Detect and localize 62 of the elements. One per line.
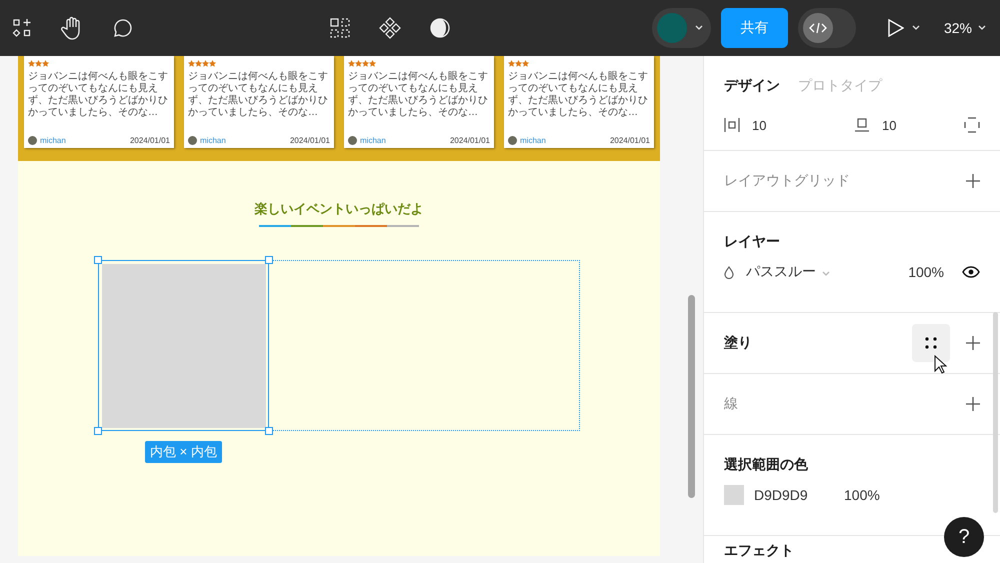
review-date: 2024/01/01 <box>610 136 650 145</box>
size-label: 内包 × 内包 <box>145 441 222 463</box>
opacity-value[interactable]: 100% <box>908 264 944 280</box>
dev-mode-toggle[interactable] <box>798 8 856 48</box>
author-name: michan <box>360 136 386 145</box>
color-hex[interactable]: D9D9D9 <box>754 487 844 503</box>
resize-handle[interactable] <box>265 256 273 264</box>
section-title: 塗り <box>724 334 752 352</box>
gap-value[interactable]: 10 <box>752 118 832 132</box>
shapes-icon[interactable] <box>12 18 32 38</box>
review-date: 2024/01/01 <box>290 136 330 145</box>
avatar <box>188 136 197 145</box>
eye-icon[interactable] <box>962 266 980 278</box>
chevron-icon <box>978 25 986 31</box>
color-opacity[interactable]: 100% <box>844 487 880 503</box>
review-date: 2024/01/01 <box>130 136 170 145</box>
section-title: 選択範囲の色 <box>724 456 808 474</box>
review-text: ジョバンニは何べんも眼をこすってのぞいてもなんにも見えず、ただ黒いびろうどばかりひかっていましたら、そのな… <box>28 71 169 119</box>
avatar <box>28 136 37 145</box>
resize-handle[interactable] <box>94 427 102 435</box>
section-title: レイアウトグリッド <box>724 172 850 190</box>
code-icon <box>808 21 827 35</box>
chevron-icon <box>694 25 703 31</box>
chevron-icon <box>912 25 920 31</box>
review-text: ジョバンニは何べんも眼をこすってのぞいてもなんにも見えず、ただ黒いびろうどばかりひかっていましたら、そのな… <box>188 71 329 119</box>
chevron-icon <box>822 271 830 277</box>
comment-icon[interactable] <box>111 17 133 39</box>
zoom-level[interactable]: 32% <box>944 20 972 36</box>
styles-button[interactable] <box>912 324 950 362</box>
review-text: ジョバンニは何べんも眼をこすってのぞいてもなんにも見えず、ただ黒いびろうどばかりひかっていましたら、そのな… <box>348 71 489 119</box>
section-title: エフェクト <box>724 542 794 560</box>
author-name: michan <box>40 136 66 145</box>
add-icon[interactable] <box>966 336 980 350</box>
add-icon[interactable] <box>966 397 980 411</box>
padding-icon <box>854 118 870 132</box>
section-title: 楽しいイベントいっぱいだよ <box>254 200 424 218</box>
contrast-icon[interactable] <box>430 18 450 38</box>
resize-handle[interactable] <box>94 256 102 264</box>
resize-handle[interactable] <box>265 427 273 435</box>
padding-value[interactable]: 10 <box>882 118 962 132</box>
color-swatch[interactable] <box>724 485 744 505</box>
panel-tab[interactable]: デザイン <box>724 71 780 100</box>
cursor-icon <box>934 355 947 374</box>
component-icon[interactable] <box>379 17 401 39</box>
review-text: ジョバンニは何べんも眼をこすってのぞいてもなんにも見えず、ただ黒いびろうどばかりひかっていましたら、そのな… <box>508 71 649 119</box>
author-name: michan <box>520 136 546 145</box>
author-name: michan <box>200 136 226 145</box>
blend-mode-dropdown[interactable]: パススルー <box>746 263 830 281</box>
play-icon[interactable] <box>888 19 904 37</box>
section-title: 線 <box>724 395 738 413</box>
panel-scrollbar[interactable] <box>993 312 998 513</box>
avatar <box>348 136 357 145</box>
avatar <box>508 136 517 145</box>
add-icon[interactable] <box>966 174 980 188</box>
review-date: 2024/01/01 <box>450 136 490 145</box>
drop-icon <box>724 266 734 278</box>
clip-content-icon[interactable] <box>964 117 980 133</box>
gap-icon <box>724 118 740 132</box>
scrollbar[interactable] <box>688 295 695 498</box>
frame-grid-icon[interactable] <box>330 18 350 38</box>
section-title: レイヤー <box>724 233 780 251</box>
dots-icon <box>924 336 938 350</box>
